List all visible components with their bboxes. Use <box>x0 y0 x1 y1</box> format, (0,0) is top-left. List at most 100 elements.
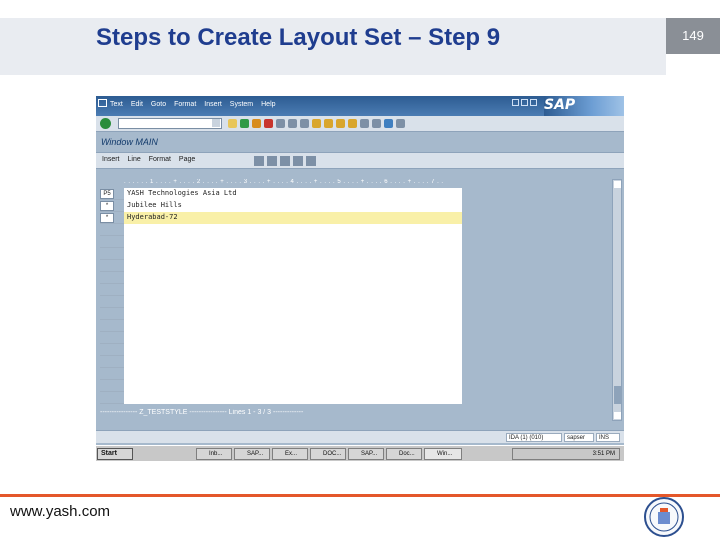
back-icon[interactable] <box>240 119 249 128</box>
taskbar-item[interactable]: DOC... <box>310 448 346 460</box>
minimize-icon[interactable] <box>512 99 519 106</box>
first-page-icon[interactable] <box>312 119 321 128</box>
empty-line[interactable] <box>100 344 462 356</box>
line-text[interactable]: Jubilee Hills <box>124 200 462 212</box>
line-text[interactable] <box>124 272 462 284</box>
next-page-icon[interactable] <box>336 119 345 128</box>
app-toolbar-icons <box>254 156 316 166</box>
print-icon[interactable] <box>276 119 285 128</box>
scroll-down-icon[interactable] <box>614 412 621 419</box>
window-title: Window MAIN <box>101 137 158 147</box>
editor-line[interactable]: P5 YASH Technologies Asia Ltd <box>100 188 462 200</box>
menu-text[interactable]: Text <box>110 101 123 108</box>
line-text[interactable] <box>124 248 462 260</box>
line-text[interactable] <box>124 392 462 404</box>
empty-line[interactable] <box>100 236 462 248</box>
scroll-up-icon[interactable] <box>614 181 621 188</box>
page-button[interactable]: Page <box>177 156 197 163</box>
menu-goto[interactable]: Goto <box>151 101 166 108</box>
line-text[interactable] <box>124 224 462 236</box>
taskbar-item[interactable]: Ex... <box>272 448 308 460</box>
empty-line[interactable] <box>100 356 462 368</box>
find-icon[interactable] <box>288 119 297 128</box>
menu-system[interactable]: System <box>230 101 253 108</box>
layout-icon[interactable] <box>396 119 405 128</box>
command-field[interactable] <box>118 118 222 129</box>
help-icon[interactable] <box>384 119 393 128</box>
paragraph-format-field[interactable]: * <box>100 201 114 211</box>
line-button[interactable]: Line <box>126 156 143 163</box>
company-seal-icon <box>642 495 686 539</box>
menu-help[interactable]: Help <box>261 101 275 108</box>
line-text[interactable]: Hyderabad-72 <box>124 212 462 224</box>
taskbar-item[interactable]: SAP... <box>234 448 270 460</box>
page-number: 149 <box>666 18 720 54</box>
standard-toolbar <box>96 116 624 132</box>
find-next-icon[interactable] <box>300 119 309 128</box>
line-text[interactable] <box>124 320 462 332</box>
taskbar-item[interactable]: Doc... <box>386 448 422 460</box>
paste-icon[interactable] <box>293 156 303 166</box>
line-text[interactable] <box>124 356 462 368</box>
copy-icon[interactable] <box>280 156 290 166</box>
empty-line[interactable] <box>100 272 462 284</box>
sap-logo-text: SAP <box>544 97 576 113</box>
shortcut-icon[interactable] <box>372 119 381 128</box>
editor-line[interactable]: * Jubilee Hills <box>100 200 462 212</box>
last-page-icon[interactable] <box>348 119 357 128</box>
format-button[interactable]: Format <box>147 156 173 163</box>
start-button[interactable]: Start <box>97 448 133 460</box>
empty-line[interactable] <box>100 320 462 332</box>
empty-line[interactable] <box>100 368 462 380</box>
empty-line[interactable] <box>100 380 462 392</box>
editor-lines: P5 YASH Technologies Asia Ltd * Jubilee … <box>100 188 462 404</box>
taskbar-item-active[interactable]: Win... <box>424 448 462 460</box>
empty-line[interactable] <box>100 248 462 260</box>
paragraph-format-field[interactable]: * <box>100 213 114 223</box>
line-text[interactable]: YASH Technologies Asia Ltd <box>124 188 462 200</box>
line-text[interactable] <box>124 284 462 296</box>
line-text[interactable] <box>124 296 462 308</box>
taskbar-item[interactable]: Inb... <box>196 448 232 460</box>
empty-line[interactable] <box>100 392 462 404</box>
line-text[interactable] <box>124 236 462 248</box>
cancel-icon[interactable] <box>264 119 273 128</box>
prev-page-icon[interactable] <box>324 119 333 128</box>
enter-icon[interactable] <box>100 118 111 129</box>
empty-line[interactable] <box>100 308 462 320</box>
empty-line[interactable] <box>100 224 462 236</box>
empty-line[interactable] <box>100 296 462 308</box>
line-text[interactable] <box>124 344 462 356</box>
line-text[interactable] <box>124 260 462 272</box>
menu-edit[interactable]: Edit <box>131 101 143 108</box>
slide-title: Steps to Create Layout Set – Step 9 <box>96 24 501 51</box>
menu-format[interactable]: Format <box>174 101 196 108</box>
select-icon[interactable] <box>254 156 264 166</box>
application-toolbar: Insert Line Format Page <box>96 152 624 169</box>
maximize-icon[interactable] <box>521 99 528 106</box>
cut-icon[interactable] <box>267 156 277 166</box>
sap-menubar: Text Edit Goto Format Insert System Help… <box>96 96 624 116</box>
empty-line[interactable] <box>100 332 462 344</box>
close-icon[interactable] <box>530 99 537 106</box>
system-menu-icon[interactable] <box>98 99 107 107</box>
taskbar-item[interactable]: SAP... <box>348 448 384 460</box>
insert-button[interactable]: Insert <box>100 156 122 163</box>
exit-icon[interactable] <box>252 119 261 128</box>
new-session-icon[interactable] <box>360 119 369 128</box>
editor-line[interactable]: * Hyderabad-72 <box>100 212 462 224</box>
line-text[interactable] <box>124 308 462 320</box>
command-dropdown-icon[interactable] <box>212 119 220 127</box>
scroll-thumb[interactable] <box>614 386 621 404</box>
line-text[interactable] <box>124 332 462 344</box>
vertical-scrollbar[interactable] <box>612 179 622 421</box>
menu-insert[interactable]: Insert <box>204 101 222 108</box>
line-text[interactable] <box>124 368 462 380</box>
footer-divider <box>0 494 720 497</box>
editor-icon[interactable] <box>306 156 316 166</box>
paragraph-format-field[interactable]: P5 <box>100 189 114 199</box>
save-icon[interactable] <box>228 119 237 128</box>
empty-line[interactable] <box>100 284 462 296</box>
empty-line[interactable] <box>100 260 462 272</box>
line-text[interactable] <box>124 380 462 392</box>
